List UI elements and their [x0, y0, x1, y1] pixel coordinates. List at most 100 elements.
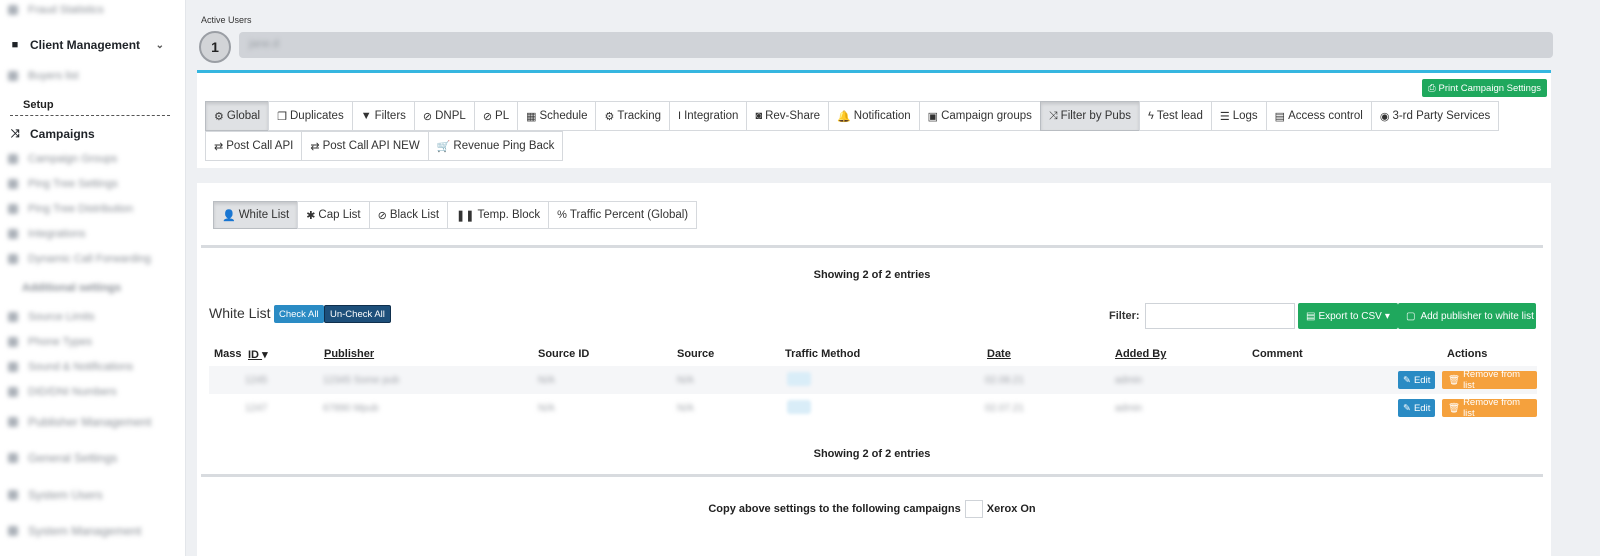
check-all-button[interactable]: Check All — [274, 305, 324, 323]
filter-input[interactable] — [1145, 303, 1295, 329]
col-publisher[interactable]: Publisher — [324, 348, 374, 360]
sidebar-item-blurred[interactable]: Dynamic Call Forwarding — [8, 249, 151, 269]
subtab-traffic-percent-global[interactable]: % Traffic Percent (Global) — [548, 201, 698, 229]
tab-logs[interactable]: ☰ Logs — [1210, 101, 1267, 131]
sidebar-item-blurred[interactable]: Buyers list — [8, 66, 79, 86]
tab-label: PL — [495, 110, 510, 122]
col-source: Source — [677, 348, 715, 360]
edit-icon: ✎ — [1403, 374, 1411, 386]
tab-post-call-api-new[interactable]: ⇄ Post Call API NEW — [301, 131, 429, 161]
sidebar-item-blurred[interactable]: Source Limits — [8, 307, 95, 327]
cell-date: 02.08.21 — [985, 375, 1024, 386]
trash-icon: 🗑 — [1448, 374, 1461, 386]
sidebar-item-blurred[interactable]: DID/DNI Numbers — [8, 382, 117, 402]
uncheck-all-button[interactable]: Un-Check All — [324, 305, 391, 323]
tab-label: Revenue Ping Back — [453, 140, 555, 152]
edit-button[interactable]: ✎ Edit — [1398, 371, 1436, 389]
menu-icon — [8, 5, 18, 15]
tab-filter-by-pubs[interactable]: ⤨ Filter by Pubs — [1039, 101, 1140, 131]
subtab-temp-block[interactable]: ❚❚ Temp. Block — [447, 201, 550, 229]
sidebar-item-blurred[interactable]: Sound & Notifications — [8, 357, 133, 377]
col-date[interactable]: Date — [987, 348, 1011, 360]
cell-source: N/A — [677, 403, 694, 414]
object-group-icon: ▣ — [927, 110, 939, 123]
col-id[interactable]: ID ▾ — [248, 348, 268, 361]
subtab-white-list[interactable]: 👤 White List — [213, 201, 299, 229]
tab-schedule[interactable]: ▦ Schedule — [517, 101, 597, 131]
tab-label: Duplicates — [290, 110, 344, 122]
active-users-count[interactable]: 1 — [199, 31, 231, 63]
cell-added-by: admin — [1115, 403, 1143, 414]
subtab-label: Cap List — [318, 209, 361, 221]
tab-test-lead[interactable]: ϟ Test lead — [1138, 101, 1212, 131]
sidebar-item-campaigns[interactable]: ⤨ Campaigns — [8, 124, 95, 144]
tab-global[interactable]: ⚙ Global — [205, 101, 270, 131]
tab-access-control[interactable]: ▤ Access control — [1265, 101, 1372, 131]
edit-button[interactable]: ✎ Edit — [1398, 399, 1436, 417]
tab-3-rd-party-services[interactable]: ◉ 3-rd Party Services — [1370, 101, 1500, 131]
chevron-down-icon: ⌄ — [155, 39, 164, 51]
print-campaign-settings-button[interactable]: ⎙ Print Campaign Settings — [1421, 79, 1547, 97]
briefcase-icon: ■ — [11, 39, 19, 51]
remove-from-list-button[interactable]: 🗑 Remove from list — [1442, 369, 1537, 391]
sidebar-section-blurred: Additional settings — [22, 282, 121, 294]
add-publisher-button[interactable]: ▢ Add publisher to white list — [1398, 303, 1536, 329]
tab-notification[interactable]: 🔔 Notification — [828, 101, 920, 131]
col-actions: Actions — [1447, 348, 1488, 360]
subtab-cap-list[interactable]: ✱ Cap List — [297, 201, 370, 229]
tab-label: Schedule — [539, 110, 588, 122]
export-csv-button[interactable]: ▤ Export to CSV ▾ — [1298, 303, 1398, 329]
subtab-label: Traffic Percent (Global) — [569, 209, 689, 221]
tab-duplicates[interactable]: ❐ Duplicates — [268, 101, 353, 131]
menu-icon — [8, 179, 18, 189]
sidebar-section-setup: Setup — [10, 99, 170, 116]
list-subtabs: 👤 White List ✱ Cap List ⊘ Black List ❚❚ Temp. B… — [213, 201, 698, 229]
subtab-label: Black List — [389, 209, 440, 221]
file-icon: ▤ — [1274, 110, 1286, 123]
tab-pl[interactable]: ⊘ PL — [473, 101, 519, 131]
sidebar-item-blurred[interactable]: System Users — [8, 485, 103, 505]
campaign-select-input[interactable] — [964, 500, 983, 518]
table-row: 1245 12345 Some pub N/A N/A 02.08.21 adm… — [209, 366, 1537, 394]
tab-label: Access control — [1288, 110, 1363, 122]
tab-campaign-groups[interactable]: ▣ Campaign groups — [918, 101, 1041, 131]
menu-icon — [8, 453, 18, 463]
tab-tracking[interactable]: ⚙ Tracking — [595, 101, 671, 131]
sidebar-item-client-management[interactable]: ■ Client Management ⌄ — [8, 35, 178, 55]
tab-dnpl[interactable]: ⊘ DNPL — [413, 101, 475, 131]
file-excel-icon: ▤ — [1306, 310, 1316, 322]
tab-rev-share[interactable]: ◙ Rev-Share — [746, 101, 830, 131]
random-icon: ⤨ — [10, 127, 20, 140]
tab-filters[interactable]: ▼ Filters — [351, 101, 415, 131]
cell-publisher: 12345 Some pub — [323, 375, 400, 386]
sidebar-item-blurred[interactable]: System Management — [8, 521, 141, 541]
sidebar-item-blurred[interactable]: General Settings — [8, 448, 117, 468]
active-users-label: Active Users — [201, 15, 252, 25]
tab-revenue-ping-back[interactable]: 🛒 Revenue Ping Back — [427, 131, 564, 161]
sidebar-item-blurred[interactable]: Ping Tree Settings — [8, 174, 118, 194]
campaign-tabs-panel: ⎙ Print Campaign Settings ⚙ Global ❐ Duplic… — [197, 70, 1551, 168]
sidebar-item-blurred[interactable]: Campaign Groups — [8, 149, 117, 169]
sidebar-item-blurred[interactable]: Publisher Management — [8, 412, 151, 432]
col-added-by[interactable]: Added By — [1115, 348, 1166, 360]
user-plus-icon: 👤 — [222, 209, 236, 222]
col-mass: Mass — [214, 348, 242, 360]
menu-icon — [8, 154, 18, 164]
cell-source: N/A — [677, 375, 694, 386]
cell-source-id: N/A — [538, 403, 555, 414]
subtab-black-list[interactable]: ⊘ Black List — [368, 201, 449, 229]
table-row: 1247 67890 Mpub N/A N/A 02.07.21 admin ✎… — [209, 394, 1537, 422]
sidebar-item-blurred[interactable]: Fraud Statistics — [8, 0, 104, 20]
sidebar-item-blurred[interactable]: Ping Tree Distribution — [8, 199, 133, 219]
cog-icon: ✱ — [306, 209, 316, 222]
copy-settings-row: Copy above settings to the following cam… — [201, 500, 1543, 518]
tab-post-call-api[interactable]: ⇄ Post Call API — [205, 131, 303, 161]
sidebar-item-blurred[interactable]: Phone Types — [8, 332, 92, 352]
tab-integration[interactable]: I Integration — [669, 101, 748, 131]
sidebar-item-label: Campaigns — [30, 127, 95, 141]
cell-added-by: admin — [1115, 375, 1143, 386]
remove-from-list-button[interactable]: 🗑 Remove from list — [1442, 397, 1537, 419]
sidebar-item-blurred[interactable]: Integrations — [8, 224, 85, 244]
tab-label: Post Call API NEW — [322, 140, 420, 152]
menu-icon — [8, 490, 18, 500]
